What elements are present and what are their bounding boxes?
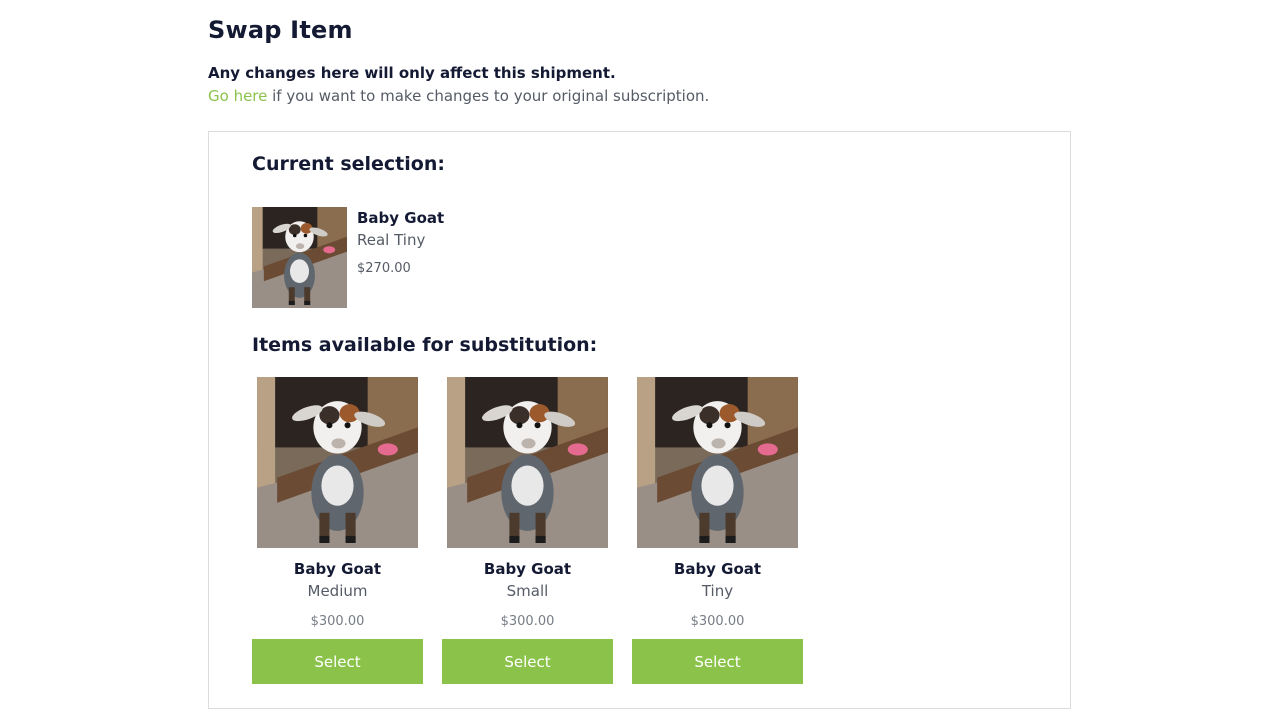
substitution-item-price: $300.00	[690, 614, 745, 629]
substitution-item-name: Baby Goat	[483, 560, 572, 578]
current-item-variant: Real Tiny	[357, 231, 426, 249]
current-item-name: Baby Goat	[357, 209, 445, 227]
select-medium-button[interactable]: Select	[252, 639, 423, 684]
substitution-card-tiny: Baby Goat Tiny $300.00 Select	[632, 377, 803, 684]
substitution-card-small: Baby Goat Small $300.00 Select	[442, 377, 613, 684]
substitution-item-name: Baby Goat	[673, 560, 762, 578]
current-item-details: Baby Goat Real Tiny $270.00	[357, 209, 444, 276]
substitution-item-image	[447, 377, 608, 548]
substitution-item-price: $300.00	[500, 614, 555, 629]
substitution-item-image	[257, 377, 418, 548]
substitution-item-variant: Tiny	[701, 582, 734, 600]
substitution-item-name: Baby Goat	[293, 560, 382, 578]
subscription-notice-text: if you want to make changes to your orig…	[267, 87, 710, 105]
swap-panel: Current selection: Baby Goat Real Tiny $…	[208, 131, 1071, 709]
page-title: Swap Item	[208, 16, 353, 44]
current-selection-heading: Current selection:	[252, 153, 445, 175]
select-small-button[interactable]: Select	[442, 639, 613, 684]
current-item-image	[252, 207, 347, 308]
substitution-item-price: $300.00	[310, 614, 365, 629]
shipment-notice: Any changes here will only affect this s…	[208, 64, 616, 82]
substitution-item-image	[637, 377, 798, 548]
substitution-heading: Items available for substitution:	[252, 334, 598, 356]
substitution-item-variant: Medium	[307, 582, 368, 600]
go-here-link[interactable]: Go here	[208, 87, 267, 105]
current-item-price: $270.00	[357, 261, 411, 276]
substitution-card-medium: Baby Goat Medium $300.00 Select	[252, 377, 423, 684]
substitution-item-variant: Small	[506, 582, 549, 600]
select-tiny-button[interactable]: Select	[632, 639, 803, 684]
subscription-notice: Go here if you want to make changes to y…	[208, 87, 709, 105]
